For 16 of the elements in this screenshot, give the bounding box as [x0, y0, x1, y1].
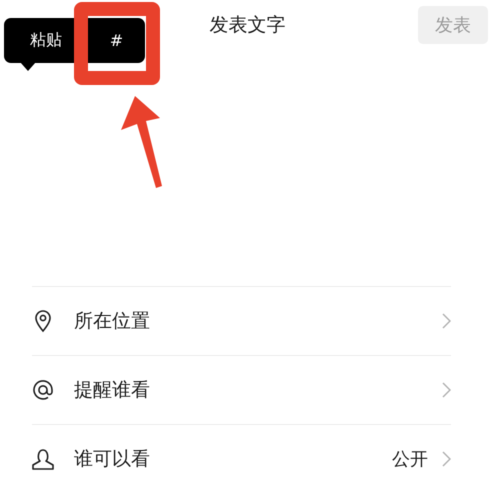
menu-item[interactable]: # [88, 18, 145, 63]
chevron-icon [442, 313, 451, 329]
person-icon [32, 447, 54, 471]
page-title: 发表文字 [210, 13, 286, 38]
option-label: 提醒谁看 [74, 378, 151, 403]
option-row[interactable]: 提醒谁看 [32, 355, 451, 424]
at-sign-icon [32, 378, 54, 402]
menu-item[interactable]: 粘贴 [4, 18, 88, 63]
option-row[interactable]: 所在位置 [32, 286, 451, 355]
option-label: 所在位置 [74, 309, 151, 334]
location-pin-icon [32, 309, 54, 333]
option-value: 公开 [392, 448, 428, 471]
chevron-icon [442, 451, 451, 467]
chevron-icon [442, 382, 451, 398]
option-row[interactable]: 谁可以看 公开 [32, 424, 451, 483]
option-label: 谁可以看 [74, 447, 151, 472]
